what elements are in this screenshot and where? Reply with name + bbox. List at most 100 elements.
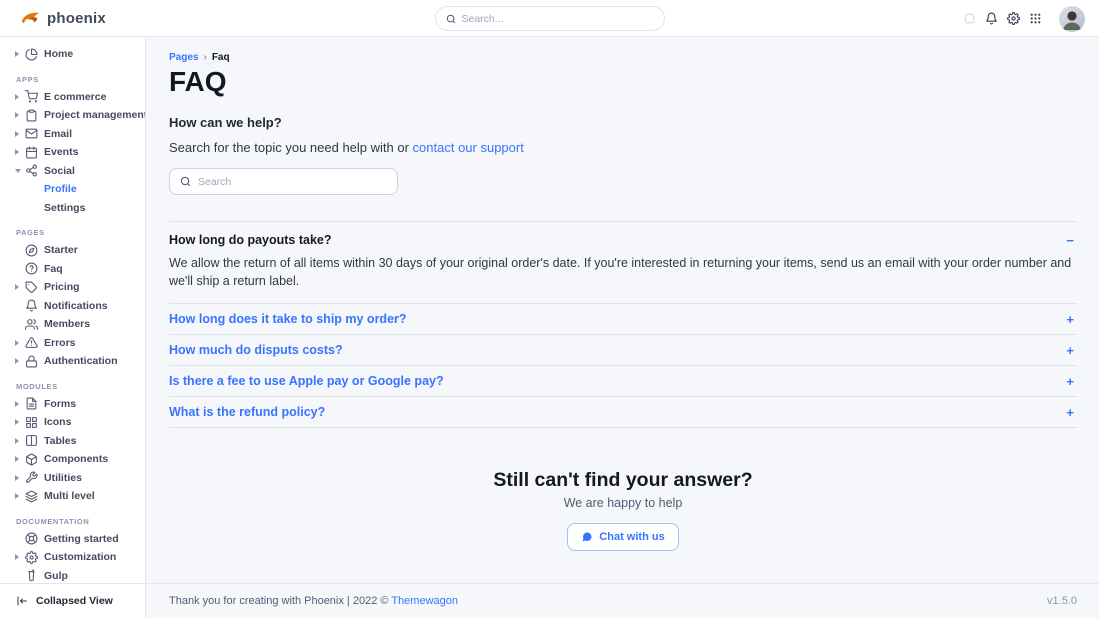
- caret-right-icon: [15, 284, 25, 290]
- sidebar-item-label: Tables: [44, 435, 76, 447]
- settings-icon: [25, 551, 38, 564]
- sidebar-item-label: Pricing: [44, 281, 80, 293]
- sidebar-item-components[interactable]: Components: [0, 450, 145, 469]
- faq-answer: We allow the return of all items within …: [169, 254, 1077, 290]
- breadcrumb: Pages › Faq: [169, 52, 1077, 63]
- themewagon-link[interactable]: Themewagon: [391, 595, 458, 607]
- sidebar-item-starter[interactable]: Starter: [0, 241, 145, 260]
- sidebar-item-errors[interactable]: Errors: [0, 334, 145, 353]
- caret-right-icon: [15, 340, 25, 346]
- global-search[interactable]: [435, 6, 665, 31]
- columns-icon: [25, 434, 38, 447]
- sidebar-item-label: Notifications: [44, 300, 108, 312]
- sidebar-item-gulp[interactable]: Gulp: [0, 567, 145, 584]
- sidebar-item-social[interactable]: Social: [0, 162, 145, 181]
- faq-search-input[interactable]: [198, 176, 387, 188]
- sidebar-item-label: Errors: [44, 337, 76, 349]
- expand-plus-icon[interactable]: +: [1066, 313, 1077, 326]
- share-2-icon: [25, 164, 38, 177]
- faq-question-row[interactable]: How long does it take to ship my order?+: [169, 312, 1077, 326]
- sidebar-item-label: Email: [44, 128, 72, 140]
- alert-triangle-icon: [25, 336, 38, 349]
- sidebar-item-label: Social: [44, 165, 75, 177]
- sidebar-section-label-modules: MODULES: [16, 382, 145, 391]
- compass-icon: [25, 244, 38, 257]
- box-icon: [25, 453, 38, 466]
- sidebar-item-label: Project management: [44, 109, 145, 121]
- faq-question-row[interactable]: How long do payouts take? −: [169, 233, 1077, 247]
- expand-plus-icon[interactable]: +: [1066, 406, 1077, 419]
- sidebar-item-faq[interactable]: Faq: [0, 260, 145, 279]
- faq-accordion: How long do payouts take? − We allow the r…: [169, 221, 1077, 428]
- sidebar-item-tables[interactable]: Tables: [0, 432, 145, 451]
- collapse-left-icon: [16, 595, 28, 607]
- mail-icon: [25, 127, 38, 140]
- expand-plus-icon[interactable]: +: [1066, 375, 1077, 388]
- collapsed-view-toggle[interactable]: Collapsed View: [0, 583, 145, 618]
- faq-question-row[interactable]: How much do disputs costs? +: [169, 343, 1077, 357]
- breadcrumb-current: Faq: [212, 52, 230, 63]
- notifications-bell-icon[interactable]: [985, 12, 998, 25]
- global-search-input[interactable]: [462, 13, 654, 25]
- caret-right-icon: [15, 493, 25, 499]
- gear-icon[interactable]: [1007, 12, 1020, 25]
- expand-plus-icon[interactable]: +: [1066, 344, 1077, 357]
- sidebar-section-label-pages: PAGES: [16, 228, 145, 237]
- sidebar-item-label: Members: [44, 318, 90, 330]
- faq-question-text: How long do payouts take?: [169, 233, 332, 247]
- sidebar-item-label: Components: [44, 453, 108, 465]
- caret-down-icon: [15, 169, 25, 173]
- chat-with-us-button[interactable]: Chat with us: [567, 523, 678, 551]
- sidebar-item-notifications[interactable]: Notifications: [0, 297, 145, 316]
- caret-right-icon: [15, 149, 25, 155]
- breadcrumb-separator: ›: [203, 52, 206, 63]
- sidebar-item-forms[interactable]: Forms: [0, 395, 145, 414]
- sidebar-item-label: Authentication: [44, 355, 118, 367]
- sidebar-item-authentication[interactable]: Authentication: [0, 352, 145, 371]
- sidebar-item-label: Multi level: [44, 490, 95, 502]
- theme-toggle-icon[interactable]: [963, 12, 976, 25]
- chat-bubble-icon: [581, 531, 593, 543]
- sidebar-item-pricing[interactable]: Pricing: [0, 278, 145, 297]
- topbar-actions: [963, 0, 1085, 37]
- faq-search[interactable]: [169, 168, 398, 195]
- sidebar-item-project-management[interactable]: Project management: [0, 106, 145, 125]
- caret-right-icon: [15, 112, 25, 118]
- contact-support-link[interactable]: contact our support: [413, 140, 524, 155]
- apps-grid-icon[interactable]: [1029, 12, 1042, 25]
- sidebar-item-members[interactable]: Members: [0, 315, 145, 334]
- sidebar-item-email[interactable]: Email: [0, 125, 145, 144]
- brand-logo[interactable]: phoenix: [0, 8, 106, 29]
- faq-question-row[interactable]: Is there a fee to use Apple pay or Googl…: [169, 374, 1077, 388]
- breadcrumb-pages-link[interactable]: Pages: [169, 52, 198, 63]
- sidebar-item-label: Faq: [44, 263, 63, 275]
- sidebar-item-getting-started[interactable]: Getting started: [0, 530, 145, 549]
- cta-subtitle: We are happy to help: [169, 496, 1077, 510]
- faq-question-text: How much do disputs costs?: [169, 343, 343, 357]
- layers-icon: [25, 490, 38, 503]
- sidebar-item-icons[interactable]: Icons: [0, 413, 145, 432]
- user-avatar[interactable]: [1059, 6, 1085, 32]
- faq-question-row[interactable]: What is the refund policy?+: [169, 405, 1077, 419]
- sidebar-item-settings[interactable]: Settings: [0, 199, 145, 218]
- collapsed-view-label: Collapsed View: [36, 595, 113, 607]
- sidebar-item-events[interactable]: Events: [0, 143, 145, 162]
- faq-question-text: Is there a fee to use Apple pay or Googl…: [169, 374, 444, 388]
- sidebar-item-profile[interactable]: Profile: [0, 180, 145, 199]
- sidebar-item-utilities[interactable]: Utilities: [0, 469, 145, 488]
- grid-icon: [25, 416, 38, 429]
- sidebar-item-label: Utilities: [44, 472, 82, 484]
- help-text-prefix: Search for the topic you need help with …: [169, 140, 413, 155]
- sidebar-item-home[interactable]: Home: [0, 45, 145, 64]
- caret-right-icon: [15, 94, 25, 100]
- footer-credit: Thank you for creating with Phoenix | 20…: [169, 595, 458, 607]
- help-heading: How can we help?: [169, 115, 1077, 130]
- sidebar-item-customization[interactable]: Customization: [0, 548, 145, 567]
- sidebar-item-multi-level[interactable]: Multi level: [0, 487, 145, 506]
- sidebar-item-e-commerce[interactable]: E commerce: [0, 88, 145, 107]
- shopping-cart-icon: [25, 90, 38, 103]
- top-navbar: phoenix: [0, 0, 1099, 37]
- cta-section: Still can't find your answer? We are hap…: [169, 469, 1077, 551]
- version-label: v1.5.0: [1047, 595, 1077, 607]
- collapse-minus-icon[interactable]: −: [1066, 234, 1077, 247]
